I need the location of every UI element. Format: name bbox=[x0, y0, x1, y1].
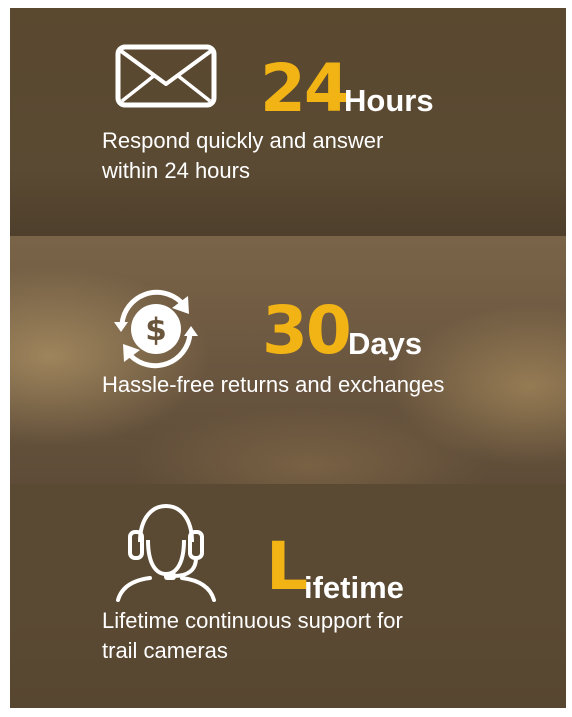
returns-description: Hassle-free returns and exchanges bbox=[102, 370, 562, 400]
svg-text:$: $ bbox=[145, 312, 167, 348]
service-promise-card: 24 Hours Respond quickly and answer with… bbox=[10, 8, 566, 708]
response-description-line1: Respond quickly and answer bbox=[102, 128, 384, 153]
support-unit: ifetime bbox=[304, 570, 404, 605]
response-description: Respond quickly and answer within 24 hou… bbox=[102, 126, 542, 186]
support-description-line2: trail cameras bbox=[102, 638, 228, 663]
returns-description-line1: Hassle-free returns and exchanges bbox=[102, 372, 445, 397]
support-description-line1: Lifetime continuous support for bbox=[102, 608, 403, 633]
returns-number: 30 bbox=[262, 292, 352, 369]
envelope-icon bbox=[115, 44, 217, 108]
response-number: 24 bbox=[260, 50, 350, 127]
support-description: Lifetime continuous support for trail ca… bbox=[102, 606, 542, 666]
support-number: L bbox=[266, 528, 308, 605]
dollar-refresh-icon: $ bbox=[114, 289, 198, 369]
headset-support-icon bbox=[116, 503, 216, 602]
returns-section: $ 30 Days Hassle-free returns and exchan… bbox=[10, 236, 566, 484]
returns-unit: Days bbox=[348, 326, 423, 361]
response-description-line2: within 24 hours bbox=[102, 158, 250, 183]
support-section: L ifetime Lifetime continuous support fo… bbox=[10, 484, 566, 708]
response-time-section: 24 Hours Respond quickly and answer with… bbox=[10, 8, 566, 236]
response-unit: Hours bbox=[344, 83, 434, 118]
